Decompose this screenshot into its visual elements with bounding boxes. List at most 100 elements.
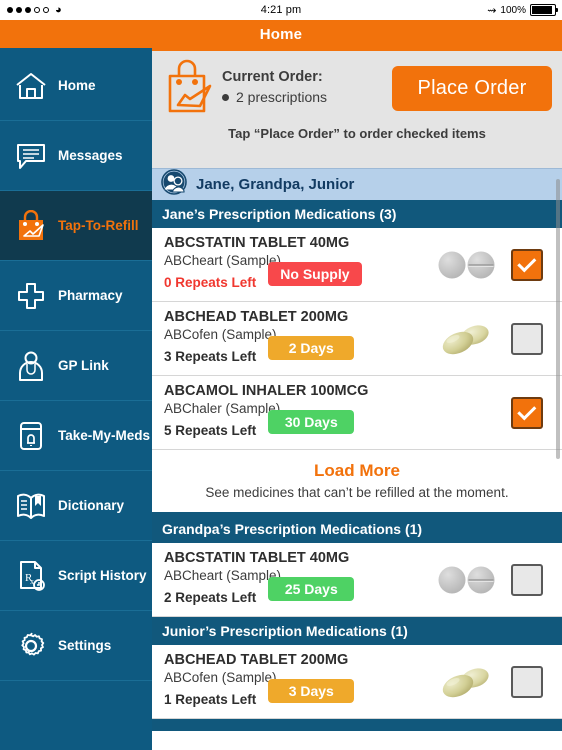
med-status-line: 1 Repeats Left 3 Days [164,678,434,712]
pill-bottle-alarm-icon [14,419,48,453]
section-header-jane: Jane’s Prescription Medications (3) [152,200,562,228]
rx-document-icon: Rx [14,559,48,593]
sidebar-item-messages[interactable]: Messages [0,121,152,191]
current-order-panel: Current Order: 2 prescriptions Place Ord… [152,51,562,168]
med-repeats: 0 Repeats Left [164,274,257,290]
sidebar-item-label: Tap-To-Refill [58,218,139,233]
sidebar-filler [0,681,152,750]
med-info: ABCAMOL INHALER 100MCG ABChaler (Sample)… [164,382,434,442]
oval-tan-capsules-icon [434,664,500,700]
patient-selector[interactable]: Jane, Grandpa, Junior [152,168,562,200]
current-order-count: 2 prescriptions [236,88,328,105]
content-area: Home Messages Tap-To-Refill Pharmacy GP … [0,48,562,750]
refill-checkbox[interactable] [511,248,543,281]
page-title: Home [259,25,303,43]
bullet-icon [222,94,229,102]
sidebar-item-tap-to-refill[interactable]: Tap-To-Refill [0,191,152,261]
app-root: ◕ 4:21 pm ⇝ 100% Home Home Messages Tap-… [0,0,562,750]
load-more-subtext: See medicines that can’t be refilled at … [205,485,509,500]
section-header-grandpa: Grandpa’s Prescription Medications (1) [152,515,562,543]
current-order-text: Current Order: 2 prescriptions [218,68,392,107]
sidebar-item-dictionary[interactable]: Dictionary [0,471,152,541]
status-bar: ◕ 4:21 pm ⇝ 100% [0,0,562,20]
med-status-line: 5 Repeats Left 30 Days [164,409,434,443]
sidebar-item-label: Dictionary [58,498,125,513]
checkbox-cell[interactable] [500,563,554,596]
sidebar-item-label: Take-My-Meds [58,428,151,443]
table-row[interactable]: ABCSTATIN TABLET 40MG ABCheart (Sample) … [152,543,562,617]
status-badge: 30 Days [268,409,355,434]
med-status-line: 2 Repeats Left 25 Days [164,576,434,610]
refill-checkbox[interactable] [511,563,543,596]
place-order-button[interactable]: Place Order [392,65,552,111]
med-name: ABCSTATIN TABLET 40MG [164,235,350,252]
checkbox-cell[interactable] [500,322,554,355]
battery-full-icon [530,4,558,16]
med-name: ABCAMOL INHALER 100MCG [164,383,369,400]
current-order-subtitle: 2 prescriptions [222,88,392,108]
sidebar-item-script-history[interactable]: Rx Script History [0,541,152,611]
med-name: ABCHEAD TABLET 200MG [164,652,349,669]
current-order-top: Current Order: 2 prescriptions Place Ord… [162,59,552,117]
open-book-icon [14,489,48,523]
refill-checkbox[interactable] [511,396,543,429]
med-info: ABCHEAD TABLET 200MG ABCofen (Sample) 1 … [164,651,434,711]
checkbox-cell[interactable] [500,248,554,281]
title-bar: Home [0,20,562,48]
status-badge: 2 Days [268,335,355,360]
load-more-block[interactable]: Load More See medicines that can’t be re… [152,450,562,515]
load-more-link[interactable]: Load More [152,461,562,481]
house-icon [14,69,48,103]
status-badge: 25 Days [268,576,355,601]
main-panel: Current Order: 2 prescriptions Place Ord… [152,48,562,750]
place-order-hint: Tap “Place Order” to order checked items [228,126,486,141]
sidebar-item-pharmacy[interactable]: Pharmacy [0,261,152,331]
med-info: ABCSTATIN TABLET 40MG ABCheart (Sample) … [164,549,434,609]
med-repeats: 5 Repeats Left [164,422,257,438]
patient-names: Jane, Grandpa, Junior [196,176,355,193]
vertical-scrollbar[interactable] [556,179,560,459]
cross-icon [14,279,48,313]
oval-tan-capsules-icon [434,321,500,357]
sidebar-item-label: Home [58,78,96,93]
speech-bubble-icon [14,139,48,173]
sidebar-item-take-my-meds[interactable]: Take-My-Meds [0,401,152,471]
status-badge: 3 Days [268,678,355,703]
sidebar-item-settings[interactable]: Settings [0,611,152,681]
med-info: ABCHEAD TABLET 200MG ABCofen (Sample) 3 … [164,308,434,368]
med-info: ABCSTATIN TABLET 40MG ABCheart (Sample) … [164,234,434,294]
checkbox-cell[interactable] [500,396,554,429]
sidebar-item-label: Messages [58,148,123,163]
sidebar: Home Messages Tap-To-Refill Pharmacy GP … [0,48,152,750]
med-status-line: 0 Repeats Left No Supply [164,261,434,295]
shopping-bag-check-icon [162,59,218,117]
next-section-edge [152,719,562,731]
status-badge: No Supply [268,261,362,286]
table-row[interactable]: ABCHEAD TABLET 200MG ABCofen (Sample) 3 … [152,302,562,376]
checkbox-cell[interactable] [500,665,554,698]
sidebar-item-gp-link[interactable]: GP Link [0,331,152,401]
doctor-icon [14,349,48,383]
status-time: 4:21 pm [260,4,302,16]
med-repeats: 3 Repeats Left [164,348,257,364]
table-row[interactable]: ABCAMOL INHALER 100MCG ABChaler (Sample)… [152,376,562,450]
sidebar-item-home[interactable]: Home [0,51,152,121]
med-repeats: 2 Repeats Left [164,589,257,605]
people-group-icon [161,169,187,200]
sidebar-item-label: Settings [58,638,112,653]
section-header-junior: Junior’s Prescription Medications (1) [152,617,562,645]
gear-icon [14,629,48,663]
refill-checkbox[interactable] [511,665,543,698]
sidebar-item-label: Pharmacy [58,288,123,303]
refill-checkbox[interactable] [511,322,543,355]
med-status-line: 3 Repeats Left 2 Days [164,335,434,369]
table-row[interactable]: ABCHEAD TABLET 200MG ABCofen (Sample) 1 … [152,645,562,719]
table-row[interactable]: ABCSTATIN TABLET 40MG ABCheart (Sample) … [152,228,562,302]
med-repeats: 1 Repeats Left [164,691,257,707]
round-grey-tablets-icon [434,250,500,280]
current-order-title: Current Order: [222,69,323,86]
sidebar-item-label: Script History [58,568,147,583]
shopping-bag-icon [14,209,48,243]
med-name: ABCSTATIN TABLET 40MG [164,550,350,567]
sidebar-item-label: GP Link [58,358,109,373]
